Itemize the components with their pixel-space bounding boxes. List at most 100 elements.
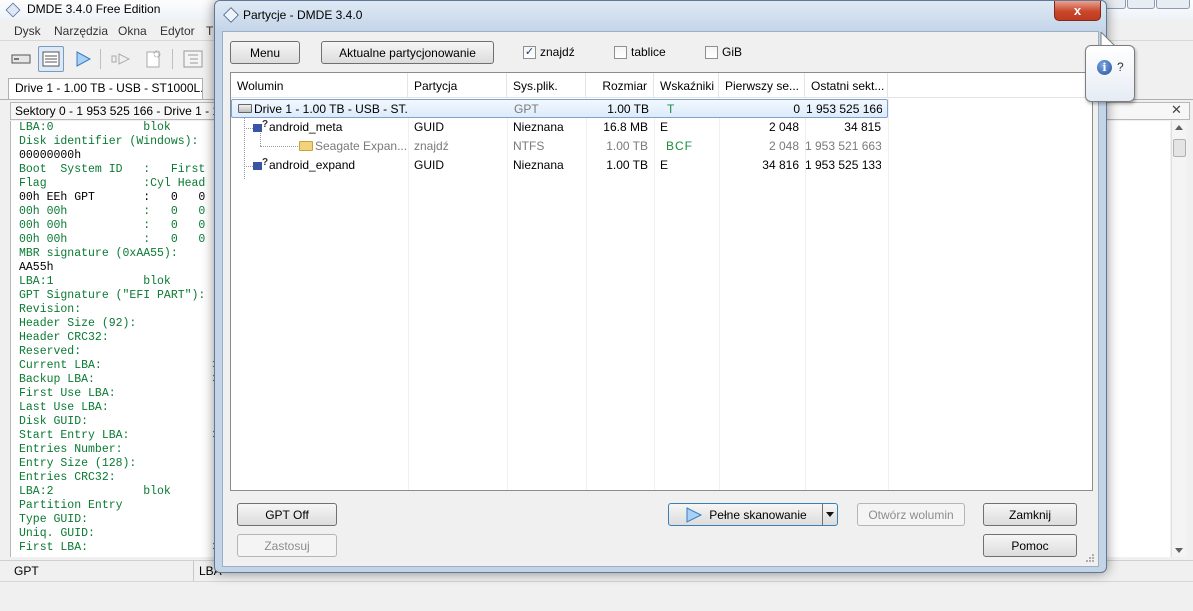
sector-line: Current LBA: >	[19, 359, 220, 372]
sector-vertical-scrollbar[interactable]	[1171, 121, 1187, 557]
current-partitioning-button[interactable]: Aktualne partycjonowanie	[321, 41, 494, 64]
play-icon	[76, 51, 92, 67]
cell-volume: android_meta	[269, 120, 343, 134]
gear-doc-icon	[146, 50, 161, 68]
cell-partition: GUID	[414, 120, 444, 134]
sector-line: LBA:1 blok	[19, 275, 171, 288]
sector-line: Revision:	[19, 303, 82, 316]
menu-narzedzia[interactable]: Narzędzia	[54, 24, 108, 38]
toolbar-scan-button[interactable]	[70, 46, 96, 72]
dialog-close-button[interactable]: x	[1054, 1, 1101, 21]
menu-okna[interactable]: Okna	[118, 24, 147, 38]
open-volume-button[interactable]: Otwórz wolumin	[857, 503, 965, 526]
drive-icon	[11, 54, 31, 64]
full-scan-button[interactable]: Pełne skanowanie	[668, 503, 838, 526]
table-row[interactable]: Drive 1 - 1.00 TB - USB - ST... GPT 1.00 T…	[231, 99, 888, 118]
checkbox-box[interactable]: ✓	[523, 45, 536, 59]
apply-button[interactable]: Zastosuj	[237, 534, 337, 557]
sector-line: 00h 00h : 0 0	[19, 233, 206, 246]
column-header-filesystem[interactable]: Sys.plik.	[507, 73, 586, 98]
sector-line: AA55h	[19, 261, 54, 274]
partition-icon: ?	[253, 119, 268, 133]
checkbox-gib[interactable]: GiB	[705, 44, 742, 60]
cell-fs: GPT	[514, 102, 539, 116]
cell-fs: NTFS	[513, 139, 545, 153]
scroll-up-icon[interactable]	[1175, 125, 1183, 130]
dialog-titlebar[interactable]: Partycje - DMDE 3.4.0 x	[215, 1, 1106, 31]
checkbox-tables-label: tablice	[631, 45, 666, 59]
sector-line: MBR signature (0xAA55):	[19, 247, 178, 260]
cell-first: 34 816	[762, 158, 799, 172]
menu-truncated[interactable]: T	[206, 24, 213, 38]
sector-line: LBA:2 blok	[19, 485, 171, 498]
sector-line: Type GUID:	[19, 513, 89, 526]
status-divider	[193, 561, 194, 581]
sector-view-lines: LBA:0 blok Disk identifier (Windows): 0000…	[19, 121, 219, 555]
column-header-partition[interactable]: Partycja	[408, 73, 507, 98]
maximize-button[interactable]	[1127, 0, 1155, 9]
checkbox-box[interactable]	[614, 45, 627, 59]
cell-fs: Nieznana	[513, 120, 564, 134]
cell-size: 1.00 TB	[606, 139, 648, 153]
scroll-thumb[interactable]	[1173, 139, 1186, 157]
toolbar-separator	[100, 49, 101, 69]
partitions-list[interactable]: Wolumin Partycja Sys.plik. Rozmiar Wskaź…	[230, 72, 1093, 491]
sector-line: 00h 00h : 0 0	[19, 219, 206, 232]
sector-line: Header CRC32:	[19, 331, 109, 344]
list-icon	[42, 51, 60, 67]
column-header-flags[interactable]: Wskaźniki	[654, 73, 719, 98]
dmde-app-icon	[5, 2, 21, 18]
toolbar-settings-button[interactable]	[140, 46, 166, 72]
table-row[interactable]: Seagate Expan... znajdź NTFS 1.00 TB BCF 2 04…	[231, 137, 888, 156]
table-row[interactable]: ? android_expand GUID Nieznana 1.00 TB E 34 81…	[231, 156, 888, 175]
table-row[interactable]: ? android_meta GUID Nieznana 16.8 MB E 2 048 34…	[231, 118, 888, 137]
drive-tab[interactable]: Drive 1 - 1.00 TB - USB - ST1000L...	[8, 78, 203, 99]
toolbar-drive-button[interactable]	[8, 46, 34, 72]
chevron-down-icon	[826, 512, 834, 517]
cell-flags: E	[660, 120, 669, 134]
checkbox-tables[interactable]: tablice	[614, 44, 666, 60]
column-header-last-sector[interactable]: Ostatni sekt...	[805, 73, 888, 98]
checkbox-box[interactable]	[705, 45, 718, 59]
menu-edytor[interactable]: Edytor	[160, 24, 195, 38]
toolbar-go-button[interactable]	[108, 46, 134, 72]
column-divider	[888, 98, 889, 490]
column-header-first-sector[interactable]: Pierwszy se...	[719, 73, 805, 98]
sector-line: Partition Entry	[19, 499, 123, 512]
scroll-down-icon[interactable]	[1175, 548, 1183, 553]
cell-partition: GUID	[414, 158, 444, 172]
cell-volume: android_expand	[269, 158, 356, 172]
checkbox-found[interactable]: ✓ znajdź	[523, 44, 575, 60]
help-button[interactable]: Pomoc	[983, 534, 1077, 557]
play-icon	[686, 506, 703, 523]
sector-line: Reserved:	[19, 345, 82, 358]
sector-line: Boot System ID : First	[19, 163, 206, 176]
info-callout[interactable]: i ?	[1085, 45, 1135, 102]
sector-panel-close-icon[interactable]: ✕	[1171, 102, 1182, 118]
main-bottom-bar	[0, 581, 1193, 611]
status-fs-type: GPT	[14, 564, 39, 578]
column-header-volume[interactable]: Wolumin	[231, 73, 408, 98]
resize-grip-icon[interactable]	[1085, 553, 1095, 563]
column-header-size[interactable]: Rozmiar	[586, 73, 654, 98]
main-close-button[interactable]	[1156, 0, 1190, 9]
close-button[interactable]: Zamknij	[983, 503, 1077, 526]
sector-line: Entry Size (128):	[19, 457, 137, 470]
cell-size: 1.00 TB	[606, 158, 648, 172]
info-icon[interactable]: i	[1097, 60, 1112, 75]
cell-size: 16.8 MB	[603, 120, 648, 134]
full-scan-dropdown[interactable]	[822, 504, 837, 525]
checkbox-found-label: znajdź	[540, 45, 575, 59]
partitions-dialog: Partycje - DMDE 3.4.0 x Menu Aktualne pa…	[214, 0, 1107, 573]
menu-dysk[interactable]: Dysk	[14, 24, 41, 38]
sector-line: Uniq. GUID:	[19, 527, 95, 540]
menu-button[interactable]: Menu	[230, 41, 300, 64]
gpt-off-button[interactable]: GPT Off	[237, 503, 337, 526]
sector-line: Backup LBA: >	[19, 373, 220, 386]
toolbar-tree-button[interactable]	[180, 46, 206, 72]
toolbar-partitions-button[interactable]	[38, 46, 64, 72]
full-scan-label: Pełne skanowanie	[709, 507, 807, 522]
checkbox-gib-label: GiB	[722, 45, 743, 59]
cell-first: 2 048	[768, 120, 799, 134]
sector-line: Last Use LBA:	[19, 401, 109, 414]
